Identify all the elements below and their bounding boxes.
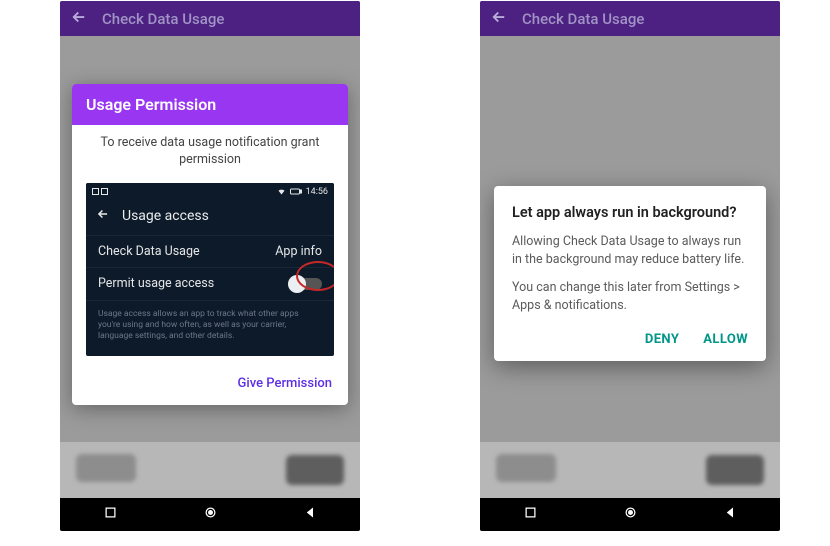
- dialog-action-row: Give Permission: [72, 356, 348, 405]
- usage-permission-dialog: Usage Permission To receive data usage n…: [72, 84, 348, 405]
- app-bar-title: Check Data Usage: [102, 10, 224, 28]
- home-icon[interactable]: [623, 505, 638, 524]
- nav-back-icon[interactable]: [303, 505, 318, 524]
- blur-placeholder: [286, 455, 344, 485]
- system-nav-bar: [60, 498, 360, 531]
- nav-back-icon[interactable]: [723, 505, 738, 524]
- app-bar: Check Data Usage: [60, 1, 360, 36]
- mock-header-title: Usage access: [122, 208, 209, 224]
- mock-app-info-label: App info: [275, 244, 322, 259]
- phone-right: Check Data Usage Let app always run in b…: [480, 1, 780, 531]
- recents-icon[interactable]: [523, 505, 538, 524]
- wifi-icon: [277, 187, 286, 196]
- mock-app-name: Check Data Usage: [98, 244, 200, 259]
- mock-app-row[interactable]: Check Data Usage App info: [86, 235, 334, 267]
- mock-back-icon[interactable]: [96, 207, 110, 225]
- blur-placeholder: [496, 454, 556, 482]
- mock-status-bar: 14:56: [86, 183, 334, 201]
- back-icon[interactable]: [490, 8, 508, 30]
- give-permission-button[interactable]: Give Permission: [238, 376, 332, 391]
- mock-status-right: 14:56: [277, 187, 328, 197]
- dimmed-background: Let app always run in background? Allowi…: [480, 36, 780, 498]
- system-nav-bar: [480, 498, 780, 531]
- mock-permit-row[interactable]: Permit usage access: [86, 267, 334, 300]
- app-bar-title: Check Data Usage: [522, 10, 644, 28]
- deny-button[interactable]: DENY: [645, 332, 679, 347]
- dialog-header: Usage Permission: [72, 84, 348, 125]
- recents-icon[interactable]: [103, 505, 118, 524]
- mock-status-left-icons: [92, 188, 108, 195]
- blur-placeholder: [76, 454, 136, 482]
- usage-access-mock-screenshot: 14:56 Usage access Check Data Usage App …: [86, 183, 334, 356]
- dialog-body-2: You can change this later from Settings …: [512, 279, 748, 315]
- dialog-title: Let app always run in background?: [512, 204, 748, 221]
- dimmed-background: Usage Permission To receive data usage n…: [60, 36, 360, 498]
- blur-placeholder: [706, 455, 764, 485]
- phone-left: Check Data Usage Usage Permission To rec…: [60, 1, 360, 531]
- back-icon[interactable]: [70, 8, 88, 30]
- dialog-action-row: DENY ALLOW: [512, 326, 748, 353]
- battery-icon: [290, 188, 302, 195]
- blurred-content-bar: [480, 442, 780, 498]
- permit-toggle[interactable]: [288, 276, 322, 292]
- allow-button[interactable]: ALLOW: [703, 332, 748, 347]
- background-run-dialog: Let app always run in background? Allowi…: [494, 186, 766, 361]
- home-icon[interactable]: [203, 505, 218, 524]
- dialog-body-1: Allowing Check Data Usage to always run …: [512, 233, 748, 269]
- mock-clock: 14:56: [306, 187, 328, 197]
- mock-permit-label: Permit usage access: [98, 276, 214, 291]
- mock-fine-print: Usage access allows an app to track what…: [86, 300, 334, 356]
- mock-header: Usage access: [86, 201, 334, 235]
- blurred-content-bar: [60, 442, 360, 498]
- app-bar: Check Data Usage: [480, 1, 780, 36]
- dialog-subtext: To receive data usage notification grant…: [72, 125, 348, 183]
